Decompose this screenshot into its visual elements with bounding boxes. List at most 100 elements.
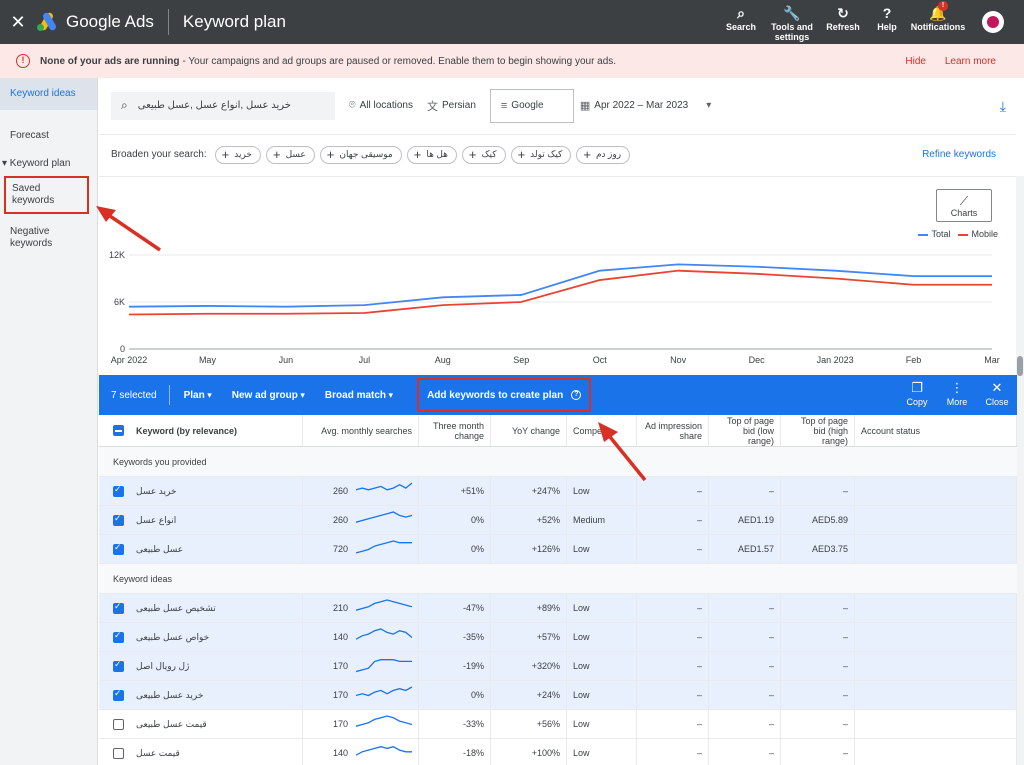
sidebar-item-negative-keywords[interactable]: Negative keywords bbox=[0, 220, 97, 256]
table-row[interactable]: ژل رویال اصل 170 -19% +320% Low – – – bbox=[99, 652, 1017, 681]
cell-value: تشخیص عسل طبیعی bbox=[136, 602, 216, 613]
row-checkbox[interactable] bbox=[113, 630, 124, 643]
language-label: Persian bbox=[441, 100, 476, 111]
table-cell[interactable]: خرید عسل bbox=[99, 477, 303, 505]
avatar[interactable] bbox=[982, 11, 1004, 33]
column-header[interactable]: Competi bbox=[567, 415, 637, 446]
table-cell[interactable]: خواص عسل طبیعی bbox=[99, 623, 303, 651]
row-checkbox[interactable] bbox=[113, 659, 124, 672]
table-row[interactable]: قیمت عسل طبیعی 170 -33% +56% Low – – – bbox=[99, 710, 1017, 739]
sidebar-item-forecast[interactable]: Forecast bbox=[0, 124, 97, 148]
keyword-chip[interactable]: + عسل bbox=[265, 145, 315, 164]
table-cell[interactable]: ژل رویال اصل bbox=[99, 652, 303, 680]
top-action-label: Notifications bbox=[910, 22, 966, 32]
language-filter[interactable]: 文 Persian bbox=[427, 98, 476, 114]
hide-link[interactable]: Hide bbox=[905, 56, 926, 67]
cell-value: +100% bbox=[531, 748, 560, 758]
keyword-chip[interactable]: + روز دم bbox=[576, 145, 631, 164]
more-button[interactable]: ⋮ More bbox=[937, 375, 977, 415]
table-cell[interactable]: عسل طبیعی bbox=[99, 535, 303, 563]
copy-button[interactable]: ❐ Copy bbox=[897, 375, 937, 415]
column-header-label: Ad impression share bbox=[644, 420, 702, 441]
plan-dropdown[interactable]: Plan bbox=[184, 390, 212, 401]
table-cell: +320% bbox=[491, 652, 567, 680]
trend-sparkline bbox=[356, 628, 412, 640]
charts-button-label: Charts bbox=[950, 208, 978, 218]
table-cell[interactable]: انواع عسل bbox=[99, 506, 303, 534]
column-header[interactable]: Keyword (by relevance) bbox=[99, 415, 303, 446]
table-row[interactable]: عسل طبیعی 720 0% +126% Low – AED1.57 AED3.75 bbox=[99, 535, 1017, 564]
row-checkbox[interactable] bbox=[113, 484, 124, 497]
new-ad-group-dropdown[interactable]: New ad group bbox=[232, 390, 305, 401]
table-row[interactable]: خرید عسل طبیعی 170 0% +24% Low – – – bbox=[99, 681, 1017, 710]
top-action-label: Refresh bbox=[826, 22, 860, 32]
row-checkbox[interactable] bbox=[113, 601, 124, 614]
chart-legend: Total Mobile bbox=[910, 229, 998, 239]
sparkline-path bbox=[356, 686, 412, 697]
table-row[interactable]: قیمت عسل 140 -18% +100% Low – – – bbox=[99, 739, 1017, 765]
date-range-filter[interactable]: ▦ Apr 2022 – Mar 2023 ▾ bbox=[580, 99, 711, 112]
select-all-checkbox[interactable] bbox=[113, 425, 124, 436]
sparkline-path bbox=[356, 628, 412, 640]
table-cell: – bbox=[637, 739, 709, 765]
column-header[interactable]: Top of page bid (high range) bbox=[781, 415, 855, 446]
charts-button[interactable]: ⟋ Charts bbox=[936, 189, 992, 222]
keyword-chip[interactable]: + کیک تولد bbox=[510, 145, 572, 164]
table-cell: – bbox=[637, 594, 709, 622]
cell-value: +57% bbox=[536, 632, 560, 642]
row-checkbox[interactable] bbox=[113, 688, 124, 701]
table-row[interactable]: انواع عسل 260 0% +52% Medium – AED1.19 AED5.89 bbox=[99, 506, 1017, 535]
cell-value: قیمت عسل طبیعی bbox=[136, 718, 207, 729]
column-header[interactable]: YoY change bbox=[491, 415, 567, 446]
learn-more-link[interactable]: Learn more bbox=[945, 56, 996, 67]
x-tick-label: Jun bbox=[279, 355, 294, 365]
table-row[interactable]: خواص عسل طبیعی 140 -35% +57% Low – – – bbox=[99, 623, 1017, 652]
close-label: Close bbox=[985, 397, 1009, 407]
column-header[interactable]: Avg. monthly searches bbox=[303, 415, 419, 446]
scrollbar[interactable] bbox=[1016, 176, 1024, 765]
notifications-button[interactable]: 🔔 Notifications! bbox=[908, 0, 968, 44]
row-checkbox[interactable] bbox=[113, 513, 124, 526]
row-checkbox[interactable] bbox=[113, 542, 124, 555]
sidebar-item-keyword-ideas[interactable]: Keyword ideas bbox=[0, 78, 97, 110]
sidebar-item-keyword-plan[interactable]: ▾ Keyword plan bbox=[0, 152, 97, 176]
refine-keywords-link[interactable]: Refine keywords bbox=[922, 149, 996, 160]
table-cell bbox=[855, 681, 1017, 709]
keyword-chip[interactable]: + موسیقی جهان bbox=[319, 145, 402, 164]
scrollbar-thumb[interactable] bbox=[1017, 356, 1023, 376]
table-row[interactable]: خرید عسل 260 +51% +247% Low – – – bbox=[99, 477, 1017, 506]
table-cell: 170 bbox=[303, 681, 419, 709]
location-filter[interactable]: ⌾ All locations bbox=[349, 99, 413, 112]
table-cell[interactable]: خرید عسل طبیعی bbox=[99, 681, 303, 709]
refresh-button[interactable]: ↻ Refresh bbox=[820, 0, 866, 44]
more-vert-icon: ⋮ bbox=[950, 380, 964, 395]
cell-value: -47% bbox=[462, 603, 484, 613]
help-icon[interactable]: ? bbox=[571, 390, 582, 400]
table-cell: +57% bbox=[491, 623, 567, 651]
column-header[interactable]: Top of page bid (low range) bbox=[709, 415, 781, 446]
row-checkbox[interactable] bbox=[113, 718, 124, 730]
action-bar-right: ❐ Copy ⋮ More ✕ Close bbox=[897, 375, 1017, 415]
column-header[interactable]: Account status bbox=[855, 415, 1017, 446]
download-icon[interactable]: ⤓ bbox=[1000, 98, 1006, 115]
table-row[interactable]: تشخیص عسل طبیعی 210 -47% +89% Low – – – bbox=[99, 594, 1017, 623]
close-icon[interactable]: ✕ bbox=[0, 12, 36, 33]
table-cell[interactable]: قیمت عسل bbox=[99, 739, 303, 765]
column-header[interactable]: Three month change bbox=[419, 415, 491, 446]
broad-match-dropdown[interactable]: Broad match bbox=[325, 390, 393, 401]
keyword-chip[interactable]: + خرید bbox=[214, 145, 261, 164]
search-button[interactable]: ⌕ Search bbox=[718, 0, 764, 44]
row-checkbox[interactable] bbox=[113, 747, 124, 759]
column-header[interactable]: Ad impression share bbox=[637, 415, 709, 446]
table-cell[interactable]: قیمت عسل طبیعی bbox=[99, 710, 303, 738]
keyword-chip[interactable]: + هل ها bbox=[406, 145, 457, 164]
keyword-search-box[interactable]: ⌕ خرید عسل ,انواع عسل ,عسل طبیعی bbox=[111, 91, 335, 120]
help-button[interactable]: ? Help bbox=[866, 0, 908, 44]
tools-and-settings-button[interactable]: 🔧 Tools and settings bbox=[764, 0, 820, 44]
sidebar-item-saved-keywords[interactable]: Saved keywords bbox=[4, 176, 89, 214]
table-cell[interactable]: تشخیص عسل طبیعی bbox=[99, 594, 303, 622]
close-button[interactable]: ✕ Close bbox=[977, 375, 1017, 415]
keyword-chip[interactable]: + کیک bbox=[461, 145, 506, 164]
network-filter[interactable]: ≡ Google bbox=[489, 88, 574, 123]
add-keywords-to-create-plan-button[interactable]: Add keywords to create plan ? bbox=[417, 378, 592, 412]
